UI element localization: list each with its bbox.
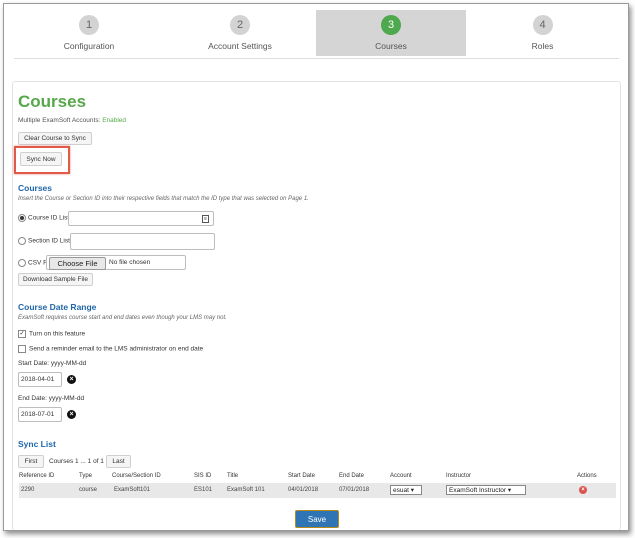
- end-date-input[interactable]: 2018-07-01: [18, 407, 62, 422]
- col-sis-id: SIS ID: [194, 473, 212, 479]
- account-value: esuat: [393, 487, 409, 494]
- col-start-date: Start Date: [288, 473, 316, 479]
- col-instructor: Instructor: [446, 473, 472, 479]
- multi-accounts-value: Enabled: [102, 117, 127, 124]
- cell-end-date: 07/01/2018: [339, 487, 370, 493]
- courses-count: Courses 1 ... 1 of 1: [49, 458, 104, 465]
- sync-list-heading: Sync List: [18, 439, 56, 449]
- col-actions: Actions: [577, 473, 597, 479]
- section-id-input[interactable]: [70, 233, 215, 250]
- course-id-input[interactable]: ≡: [68, 211, 214, 226]
- reminder-option[interactable]: Send a reminder email to the LMS adminis…: [18, 345, 203, 353]
- step-configuration[interactable]: 1 Configuration: [14, 10, 164, 56]
- step-label: Account Settings: [208, 41, 272, 51]
- col-title: Title: [227, 473, 239, 479]
- sync-table-header: Reference ID Type Course/Section ID SIS …: [19, 471, 616, 481]
- radio-course-id[interactable]: [18, 214, 26, 222]
- multi-accounts-status: Multiple ExamSoft Accounts: Enabled: [18, 117, 126, 124]
- radio-section-id[interactable]: [18, 237, 26, 245]
- course-id-label: Course ID List: [28, 214, 70, 222]
- choose-file-button[interactable]: Choose File: [49, 257, 106, 270]
- cell-type: course: [79, 487, 98, 493]
- step-number: 1: [79, 15, 99, 35]
- multi-accounts-label: Multiple ExamSoft Accounts:: [18, 117, 101, 124]
- step-number: 2: [230, 15, 250, 35]
- instructor-value: ExamSoft Instructor: [449, 487, 507, 494]
- date-range-heading: Course Date Range: [18, 302, 97, 312]
- step-label: Roles: [531, 41, 554, 51]
- instructor-select[interactable]: ExamSoft Instructor ▾: [446, 485, 526, 495]
- col-course-section-id: Course/Section ID: [112, 473, 161, 479]
- turn-on-option[interactable]: ✓ Turn on this feature: [18, 330, 85, 338]
- clear-start-date-icon[interactable]: ×: [67, 375, 76, 384]
- step-label: Configuration: [63, 41, 115, 51]
- turn-on-checkbox[interactable]: ✓: [18, 330, 26, 338]
- page-title: Courses: [18, 92, 87, 111]
- step-courses[interactable]: 3 Courses: [316, 10, 466, 56]
- list-icon: ≡: [202, 215, 209, 223]
- section-id-label: Section ID List: [28, 237, 70, 245]
- csv-file-input[interactable]: Choose File No file chosen: [46, 255, 186, 270]
- reminder-checkbox[interactable]: [18, 345, 26, 353]
- end-date-label: End Date: yyyy-MM-dd: [18, 395, 85, 402]
- reminder-label: Send a reminder email to the LMS adminis…: [29, 345, 204, 353]
- cell-sis-id: ES101: [194, 487, 213, 493]
- courses-heading: Courses: [18, 183, 53, 193]
- cell-start-date: 04/01/2018: [288, 487, 319, 493]
- date-range-hint: ExamSoft requires course start and end d…: [18, 315, 227, 321]
- cell-course-id: ExamSoft101: [114, 487, 151, 493]
- col-type: Type: [79, 473, 93, 479]
- start-date-input[interactable]: 2018-04-01: [18, 372, 62, 387]
- account-select[interactable]: esuat ▾: [390, 485, 422, 495]
- start-date-label: Start Date: yyyy-MM-dd: [18, 360, 87, 367]
- step-number: 3: [381, 15, 401, 35]
- col-reference-id: Reference ID: [19, 473, 55, 479]
- cell-reference-id: 2290: [21, 487, 35, 493]
- turn-on-label: Turn on this feature: [29, 330, 86, 338]
- radio-csv[interactable]: [18, 259, 26, 267]
- clear-course-button[interactable]: Clear Course to Sync: [18, 132, 92, 145]
- cell-title: ExamSoft 101: [227, 487, 265, 493]
- sync-now-button[interactable]: Sync Now: [20, 152, 62, 166]
- courses-panel: Courses Multiple ExamSoft Accounts: Enab…: [12, 81, 621, 530]
- step-roles[interactable]: 4 Roles: [466, 10, 619, 56]
- step-label: Courses: [375, 41, 407, 51]
- courses-hint: Insert the Course or Section ID into the…: [18, 196, 309, 202]
- save-button[interactable]: Save: [295, 510, 339, 528]
- step-account-settings[interactable]: 2 Account Settings: [164, 10, 316, 56]
- col-account: Account: [390, 473, 412, 479]
- clear-end-date-icon[interactable]: ×: [67, 410, 76, 419]
- course-id-option[interactable]: Course ID List: [18, 214, 69, 222]
- wizard-steps: 1 Configuration 2 Account Settings 3 Cou…: [14, 10, 619, 59]
- download-sample-button[interactable]: Download Sample File: [18, 273, 93, 286]
- delete-row-icon[interactable]: ×: [579, 486, 587, 494]
- section-id-option[interactable]: Section ID List: [18, 237, 70, 245]
- col-end-date: End Date: [339, 473, 365, 479]
- app-window: 1 Configuration 2 Account Settings 3 Cou…: [3, 3, 629, 531]
- last-page-button[interactable]: Last: [106, 455, 131, 468]
- no-file-label: No file chosen: [109, 259, 151, 266]
- step-number: 4: [532, 15, 553, 35]
- table-row: 2290 course ExamSoft101 ES101 ExamSoft 1…: [19, 483, 616, 498]
- first-page-button[interactable]: First: [18, 455, 44, 468]
